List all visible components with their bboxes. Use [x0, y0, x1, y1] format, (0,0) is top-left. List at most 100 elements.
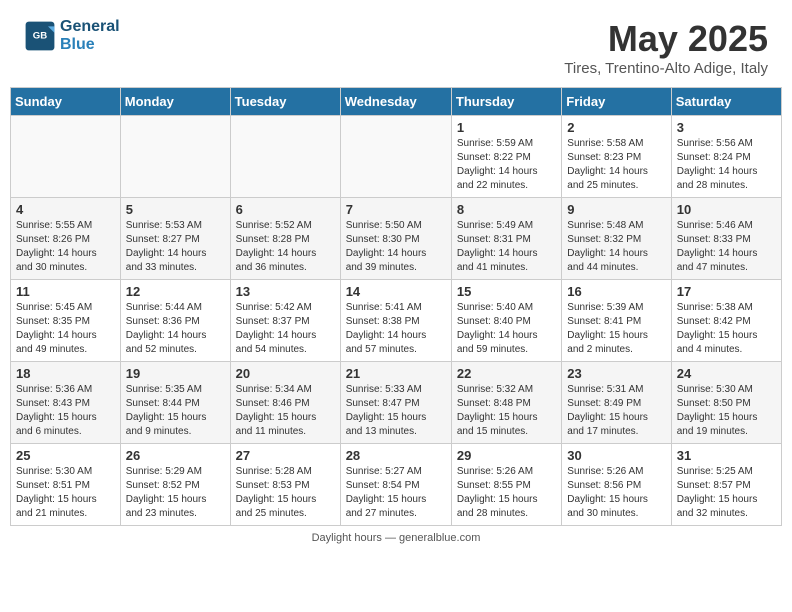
day-number: 13 [236, 284, 335, 299]
day-number: 11 [16, 284, 115, 299]
day-info: Sunrise: 5:53 AM Sunset: 8:27 PM Dayligh… [126, 219, 225, 275]
day-number: 4 [16, 202, 115, 217]
calendar-cell: 8 Sunrise: 5:49 AM Sunset: 8:31 PM Daylig… [451, 198, 561, 280]
calendar-header-tuesday: Tuesday [230, 88, 340, 116]
day-number: 31 [677, 448, 776, 463]
day-info: Sunrise: 5:41 AM Sunset: 8:38 PM Dayligh… [346, 301, 446, 357]
calendar-cell: 2 Sunrise: 5:58 AM Sunset: 8:23 PM Daylig… [562, 116, 671, 198]
day-number: 22 [457, 366, 556, 381]
day-number: 17 [677, 284, 776, 299]
calendar-cell: 26 Sunrise: 5:29 AM Sunset: 8:52 PM Dayli… [120, 444, 230, 526]
day-info: Sunrise: 5:29 AM Sunset: 8:52 PM Dayligh… [126, 465, 225, 521]
calendar-cell: 14 Sunrise: 5:41 AM Sunset: 8:38 PM Dayli… [340, 280, 451, 362]
day-info: Sunrise: 5:46 AM Sunset: 8:33 PM Dayligh… [677, 219, 776, 275]
calendar-cell: 28 Sunrise: 5:27 AM Sunset: 8:54 PM Dayli… [340, 444, 451, 526]
day-number: 23 [567, 366, 665, 381]
calendar-cell: 6 Sunrise: 5:52 AM Sunset: 8:28 PM Daylig… [230, 198, 340, 280]
day-info: Sunrise: 5:33 AM Sunset: 8:47 PM Dayligh… [346, 383, 446, 439]
calendar-cell: 1 Sunrise: 5:59 AM Sunset: 8:22 PM Daylig… [451, 116, 561, 198]
logo: GB GeneralBlue [24, 18, 120, 53]
calendar-cell: 22Sunrise: 5:32 AM Sunset: 8:48 PM Dayli… [451, 362, 561, 444]
calendar-cell: 10 Sunrise: 5:46 AM Sunset: 8:33 PM Dayli… [671, 198, 781, 280]
calendar-cell: 20Sunrise: 5:34 AM Sunset: 8:46 PM Dayli… [230, 362, 340, 444]
day-info: Sunrise: 5:28 AM Sunset: 8:53 PM Dayligh… [236, 465, 335, 521]
calendar-header-wednesday: Wednesday [340, 88, 451, 116]
calendar-cell: 30Sunrise: 5:26 AM Sunset: 8:56 PM Dayli… [562, 444, 671, 526]
calendar-header-sunday: Sunday [11, 88, 121, 116]
page-container: GB GeneralBlue May 2025 Tires, Trentino-… [0, 0, 792, 550]
day-number: 5 [126, 202, 225, 217]
calendar-cell [120, 116, 230, 198]
day-number: 9 [567, 202, 665, 217]
day-info: Sunrise: 5:27 AM Sunset: 8:54 PM Dayligh… [346, 465, 446, 521]
day-number: 26 [126, 448, 225, 463]
header: GB GeneralBlue May 2025 Tires, Trentino-… [0, 0, 792, 87]
calendar-cell: 11 Sunrise: 5:45 AM Sunset: 8:35 PM Dayli… [11, 280, 121, 362]
day-info: Sunrise: 5:39 AM Sunset: 8:41 PM Dayligh… [567, 301, 665, 357]
day-info: Sunrise: 5:52 AM Sunset: 8:28 PM Dayligh… [236, 219, 335, 275]
calendar-header-friday: Friday [562, 88, 671, 116]
calendar-cell: 21 Sunrise: 5:33 AM Sunset: 8:47 PM Dayli… [340, 362, 451, 444]
day-info: Sunrise: 5:38 AM Sunset: 8:42 PM Dayligh… [677, 301, 776, 357]
calendar-week-2: 4 Sunrise: 5:55 AM Sunset: 8:26 PM Daylig… [11, 198, 782, 280]
day-info: Sunrise: 5:45 AM Sunset: 8:35 PM Dayligh… [16, 301, 115, 357]
day-number: 19 [126, 366, 225, 381]
footer-text: Daylight hours [312, 532, 382, 544]
calendar-cell: 27 Sunrise: 5:28 AM Sunset: 8:53 PM Dayli… [230, 444, 340, 526]
calendar-cell: 3 Sunrise: 5:56 AM Sunset: 8:24 PM Daylig… [671, 116, 781, 198]
calendar-cell: 13 Sunrise: 5:42 AM Sunset: 8:37 PM Dayli… [230, 280, 340, 362]
day-number: 8 [457, 202, 556, 217]
day-info: Sunrise: 5:34 AM Sunset: 8:46 PM Dayligh… [236, 383, 335, 439]
month-title: May 2025 [564, 18, 768, 60]
calendar-cell: 15Sunrise: 5:40 AM Sunset: 8:40 PM Dayli… [451, 280, 561, 362]
calendar-header-monday: Monday [120, 88, 230, 116]
calendar-cell: 18 Sunrise: 5:36 AM Sunset: 8:43 PM Dayli… [11, 362, 121, 444]
logo-icon: GB [24, 20, 56, 52]
day-info: Sunrise: 5:36 AM Sunset: 8:43 PM Dayligh… [16, 383, 115, 439]
day-number: 21 [346, 366, 446, 381]
day-number: 18 [16, 366, 115, 381]
day-number: 27 [236, 448, 335, 463]
day-number: 1 [457, 120, 556, 135]
day-info: Sunrise: 5:59 AM Sunset: 8:22 PM Dayligh… [457, 137, 556, 193]
calendar-cell [340, 116, 451, 198]
day-info: Sunrise: 5:25 AM Sunset: 8:57 PM Dayligh… [677, 465, 776, 521]
day-number: 28 [346, 448, 446, 463]
calendar-header-thursday: Thursday [451, 88, 561, 116]
day-info: Sunrise: 5:48 AM Sunset: 8:32 PM Dayligh… [567, 219, 665, 275]
day-info: Sunrise: 5:58 AM Sunset: 8:23 PM Dayligh… [567, 137, 665, 193]
day-number: 14 [346, 284, 446, 299]
calendar-header-saturday: Saturday [671, 88, 781, 116]
svg-text:GB: GB [33, 30, 47, 41]
calendar-cell: 7 Sunrise: 5:50 AM Sunset: 8:30 PM Daylig… [340, 198, 451, 280]
day-number: 7 [346, 202, 446, 217]
day-info: Sunrise: 5:55 AM Sunset: 8:26 PM Dayligh… [16, 219, 115, 275]
calendar-cell: 5 Sunrise: 5:53 AM Sunset: 8:27 PM Daylig… [120, 198, 230, 280]
day-info: Sunrise: 5:56 AM Sunset: 8:24 PM Dayligh… [677, 137, 776, 193]
calendar-cell: 4 Sunrise: 5:55 AM Sunset: 8:26 PM Daylig… [11, 198, 121, 280]
day-number: 10 [677, 202, 776, 217]
calendar-week-3: 11 Sunrise: 5:45 AM Sunset: 8:35 PM Dayli… [11, 280, 782, 362]
day-number: 16 [567, 284, 665, 299]
day-number: 6 [236, 202, 335, 217]
day-number: 3 [677, 120, 776, 135]
day-info: Sunrise: 5:40 AM Sunset: 8:40 PM Dayligh… [457, 301, 556, 357]
footer: Daylight hours — generalblue.com [0, 526, 792, 550]
day-info: Sunrise: 5:42 AM Sunset: 8:37 PM Dayligh… [236, 301, 335, 357]
calendar-cell [230, 116, 340, 198]
day-info: Sunrise: 5:30 AM Sunset: 8:50 PM Dayligh… [677, 383, 776, 439]
calendar-week-4: 18 Sunrise: 5:36 AM Sunset: 8:43 PM Dayli… [11, 362, 782, 444]
day-info: Sunrise: 5:49 AM Sunset: 8:31 PM Dayligh… [457, 219, 556, 275]
calendar-header-row: SundayMondayTuesdayWednesdayThursdayFrid… [11, 88, 782, 116]
day-info: Sunrise: 5:35 AM Sunset: 8:44 PM Dayligh… [126, 383, 225, 439]
day-number: 2 [567, 120, 665, 135]
logo-text: GeneralBlue [60, 18, 120, 53]
calendar-cell: 24Sunrise: 5:30 AM Sunset: 8:50 PM Dayli… [671, 362, 781, 444]
calendar-table: SundayMondayTuesdayWednesdayThursdayFrid… [10, 87, 782, 526]
day-info: Sunrise: 5:26 AM Sunset: 8:56 PM Dayligh… [567, 465, 665, 521]
day-number: 12 [126, 284, 225, 299]
calendar-cell: 25Sunrise: 5:30 AM Sunset: 8:51 PM Dayli… [11, 444, 121, 526]
day-info: Sunrise: 5:30 AM Sunset: 8:51 PM Dayligh… [16, 465, 115, 521]
calendar-cell: 9 Sunrise: 5:48 AM Sunset: 8:32 PM Daylig… [562, 198, 671, 280]
day-info: Sunrise: 5:50 AM Sunset: 8:30 PM Dayligh… [346, 219, 446, 275]
